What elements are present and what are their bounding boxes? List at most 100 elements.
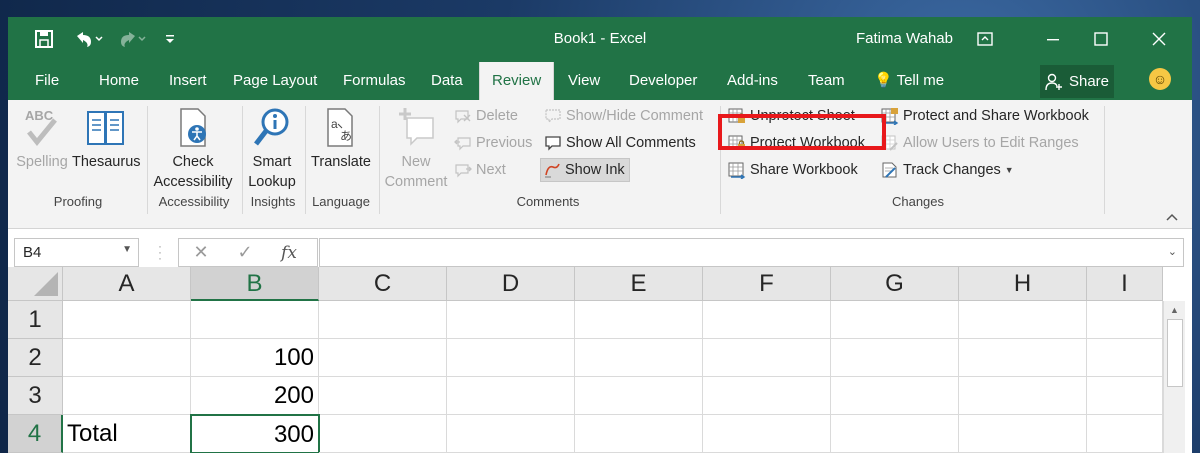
translate-button[interactable]: a あ Translate [308,106,374,172]
cell-c1[interactable] [319,301,447,339]
new-comment-button[interactable]: New Comment [382,106,450,192]
cell-g4[interactable] [831,415,959,453]
cell-f3[interactable] [703,377,831,415]
window-title: Book1 - Excel [553,30,647,47]
column-header-f[interactable]: F [703,267,831,301]
protect-and-share-workbook-button[interactable]: Protect and Share Workbook [881,104,1089,128]
cell-h4[interactable] [959,415,1087,453]
cell-d1[interactable] [447,301,575,339]
cell-i1[interactable] [1087,301,1163,339]
feedback-smiley-icon[interactable]: ☺ [1149,68,1171,90]
row-header-3[interactable]: 3 [8,377,63,415]
scrollbar-thumb[interactable] [1167,319,1183,387]
cell-g2[interactable] [831,339,959,377]
insert-function-icon[interactable]: fx [267,243,311,263]
cell-c2[interactable] [319,339,447,377]
spelling-button[interactable]: ABC Spelling [12,106,72,172]
track-changes-button[interactable]: Track Changes ▼ [881,158,1014,182]
collapse-ribbon-icon[interactable] [1166,210,1178,224]
cell-c3[interactable] [319,377,447,415]
thesaurus-book-icon [87,111,124,145]
tab-developer[interactable]: Developer [627,62,699,100]
cell-e3[interactable] [575,377,703,415]
cell-i4[interactable] [1087,415,1163,453]
row-header-1[interactable]: 1 [8,301,63,339]
cell-a2[interactable] [63,339,191,377]
cell-g3[interactable] [831,377,959,415]
cell-d3[interactable] [447,377,575,415]
tab-page-layout[interactable]: Page Layout [231,62,319,100]
column-header-a[interactable]: A [63,267,191,301]
tab-review[interactable]: Review [479,62,555,100]
allow-users-edit-ranges-button[interactable]: Allow Users to Edit Ranges [881,131,1079,155]
column-header-d[interactable]: D [447,267,575,301]
cell-b4[interactable]: 300 [190,414,320,453]
tab-home[interactable]: Home [97,62,141,100]
enter-icon[interactable]: ✓ [223,242,267,263]
user-name[interactable]: Fatima Wahab [856,30,953,47]
tab-formulas[interactable]: Formulas [341,62,408,100]
name-box[interactable]: B4 ▼ [14,238,139,267]
cell-a1[interactable] [63,301,191,339]
scroll-up-icon[interactable]: ▲ [1170,305,1179,315]
delete-comment-button[interactable]: Delete [454,104,518,128]
formula-bar-resize-handle[interactable]: · · · [158,240,162,264]
tab-add-ins[interactable]: Add-ins [725,62,780,100]
select-all-button[interactable] [8,267,63,301]
tab-data[interactable]: Data [429,62,465,100]
share-button[interactable]: Share [1040,65,1114,98]
tell-me-search[interactable]: 💡 Tell me [872,62,946,100]
check-accessibility-button[interactable]: Check Accessibility [150,106,236,192]
cancel-icon[interactable]: ✕ [179,242,223,263]
cell-d4[interactable] [447,415,575,453]
cell-f2[interactable] [703,339,831,377]
column-header-i[interactable]: I [1087,267,1163,301]
cell-d2[interactable] [447,339,575,377]
share-workbook-button[interactable]: Share Workbook [728,158,858,182]
chevron-down-icon[interactable]: ▼ [122,244,132,255]
tab-team[interactable]: Team [806,62,847,100]
cell-b1[interactable] [191,301,319,339]
cell-h3[interactable] [959,377,1087,415]
ribbon-display-options-icon[interactable] [970,25,1000,53]
thesaurus-button[interactable]: Thesaurus [72,106,141,172]
tab-view[interactable]: View [566,62,602,100]
cell-e4[interactable] [575,415,703,453]
cell-f4[interactable] [703,415,831,453]
cell-e2[interactable] [575,339,703,377]
cell-i2[interactable] [1087,339,1163,377]
cell-c4[interactable] [319,415,447,453]
cell-e1[interactable] [575,301,703,339]
delete-comment-icon [455,110,471,124]
formula-input[interactable]: ⌄ [319,238,1184,267]
column-header-e[interactable]: E [575,267,703,301]
cell-b2[interactable]: 100 [191,339,319,377]
cell-a4[interactable]: Total [63,415,191,453]
cell-f1[interactable] [703,301,831,339]
vertical-scrollbar[interactable]: ▲ [1163,301,1185,453]
next-comment-button[interactable]: Next [454,158,506,182]
row-header-4[interactable]: 4 [8,415,63,453]
smart-lookup-button[interactable]: Smart Lookup [244,106,300,192]
expand-formula-bar-icon[interactable]: ⌄ [1168,245,1177,258]
row-header-2[interactable]: 2 [8,339,63,377]
show-ink-button[interactable]: Show Ink [540,158,630,182]
cell-a3[interactable] [63,377,191,415]
close-icon[interactable] [1144,25,1174,53]
cell-i3[interactable] [1087,377,1163,415]
cell-b3[interactable]: 200 [191,377,319,415]
tab-insert[interactable]: Insert [167,62,209,100]
column-header-h[interactable]: H [959,267,1087,301]
show-all-comments-button[interactable]: Show All Comments [544,131,696,155]
cell-h2[interactable] [959,339,1087,377]
maximize-icon[interactable] [1086,25,1116,53]
show-hide-comment-button[interactable]: Show/Hide Comment [544,104,703,128]
column-header-b[interactable]: B [191,267,319,301]
cell-h1[interactable] [959,301,1087,339]
column-header-g[interactable]: G [831,267,959,301]
minimize-icon[interactable] [1038,25,1068,53]
cell-g1[interactable] [831,301,959,339]
column-header-c[interactable]: C [319,267,447,301]
tab-file[interactable]: File [33,62,61,100]
previous-comment-button[interactable]: Previous [454,131,532,155]
